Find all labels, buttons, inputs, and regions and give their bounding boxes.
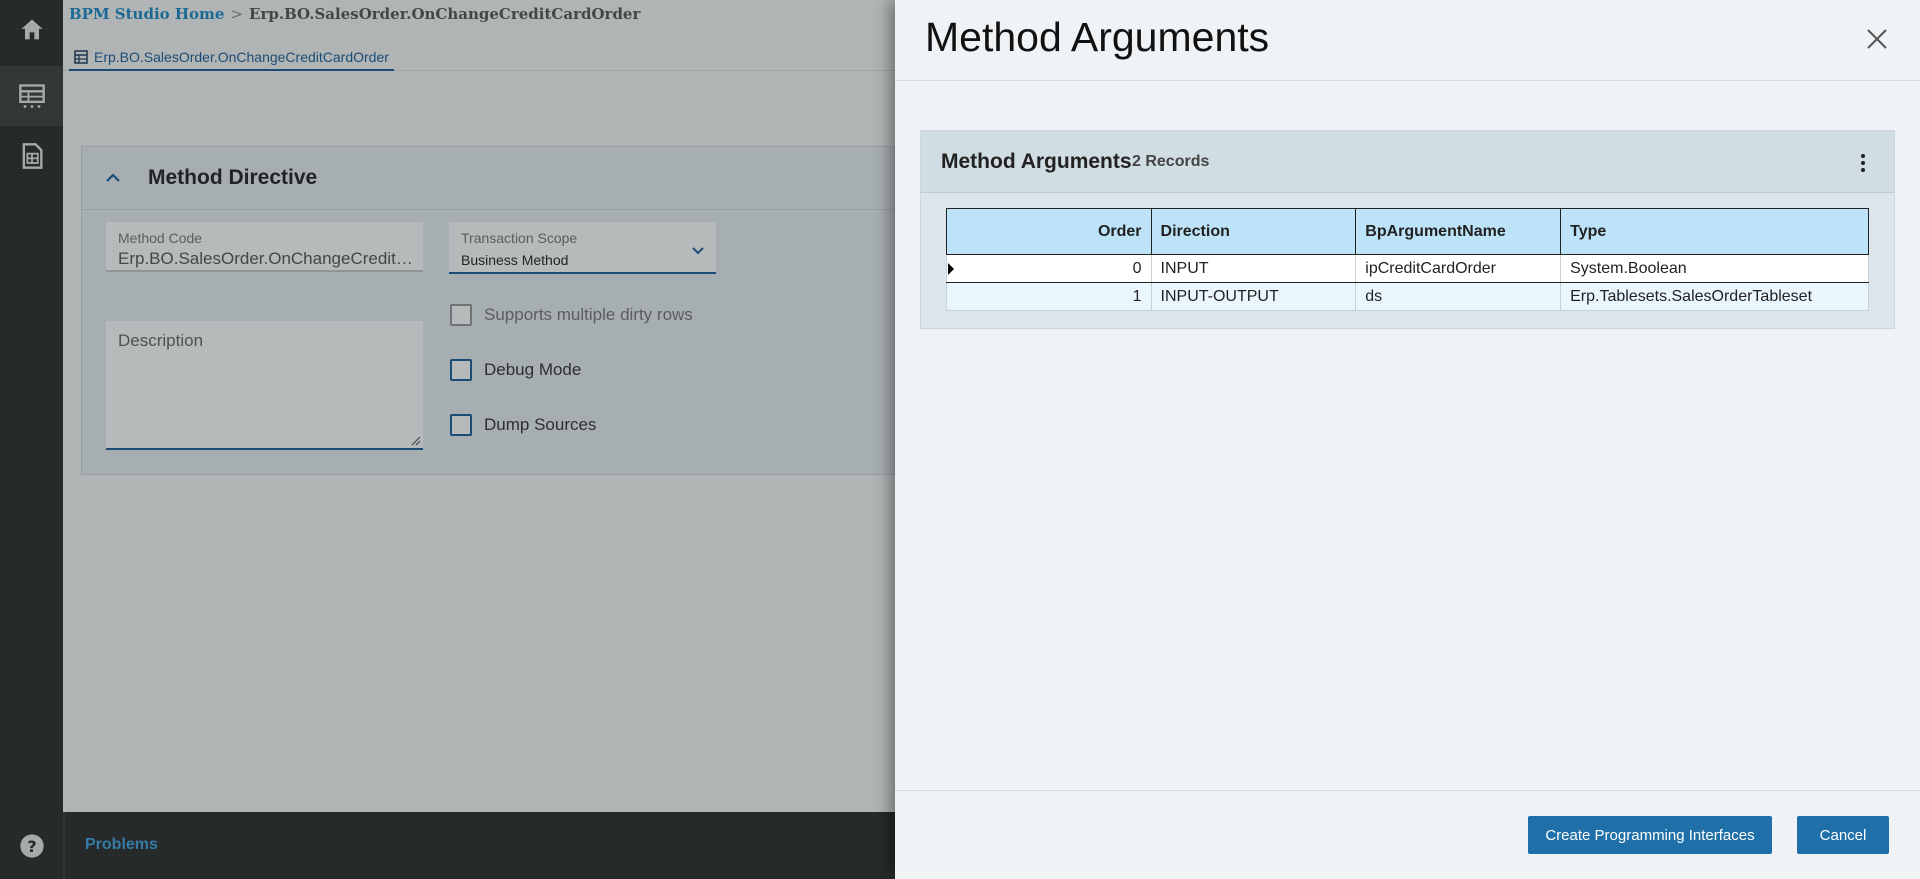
cell-bpargumentname[interactable]: ipCreditCardOrder [1355, 254, 1562, 283]
cell-direction[interactable]: INPUT-OUTPUT [1150, 282, 1357, 311]
table-row[interactable]: 1 INPUT-OUTPUT ds Erp.Tablesets.SalesOrd… [946, 282, 1869, 311]
column-header-direction[interactable]: Direction [1150, 208, 1357, 255]
footer-divider [895, 790, 1920, 791]
table-header-row: Order Direction BpArgumentName Type [946, 208, 1869, 255]
row-indicator-icon [948, 263, 954, 275]
column-header-order[interactable]: Order [946, 208, 1152, 255]
cell-order-text: 0 [1132, 259, 1142, 277]
method-arguments-dialog: Method Arguments Method Arguments 2 Reco… [895, 0, 1920, 879]
table-row[interactable]: 0 INPUT ipCreditCardOrder System.Boolean [946, 254, 1869, 283]
create-programming-interfaces-button[interactable]: Create Programming Interfaces [1528, 816, 1772, 854]
method-arguments-table: Order Direction BpArgumentName Type 0 IN… [946, 208, 1869, 311]
divider [895, 80, 1920, 81]
more-options-icon[interactable] [1860, 153, 1866, 173]
cell-bpargumentname[interactable]: ds [1355, 282, 1562, 311]
close-icon[interactable] [1864, 26, 1890, 52]
record-count-badge: 2 Records [1132, 153, 1210, 170]
cancel-button[interactable]: Cancel [1797, 816, 1889, 854]
cell-type[interactable]: System.Boolean [1560, 254, 1869, 283]
cell-type[interactable]: Erp.Tablesets.SalesOrderTableset [1560, 282, 1869, 311]
cell-order[interactable]: 1 [946, 282, 1152, 311]
modal-backdrop[interactable] [0, 0, 895, 879]
dialog-title: Method Arguments [925, 14, 1270, 60]
column-header-bpargumentname[interactable]: BpArgumentName [1355, 208, 1562, 255]
grid-header: Method Arguments 2 Records [921, 131, 1894, 193]
grid-title: Method Arguments [941, 150, 1132, 173]
column-header-type[interactable]: Type [1560, 208, 1869, 255]
method-arguments-grid-card: Method Arguments 2 Records Order Directi… [920, 130, 1895, 329]
cell-order[interactable]: 0 [946, 254, 1152, 283]
cell-direction[interactable]: INPUT [1150, 254, 1357, 283]
